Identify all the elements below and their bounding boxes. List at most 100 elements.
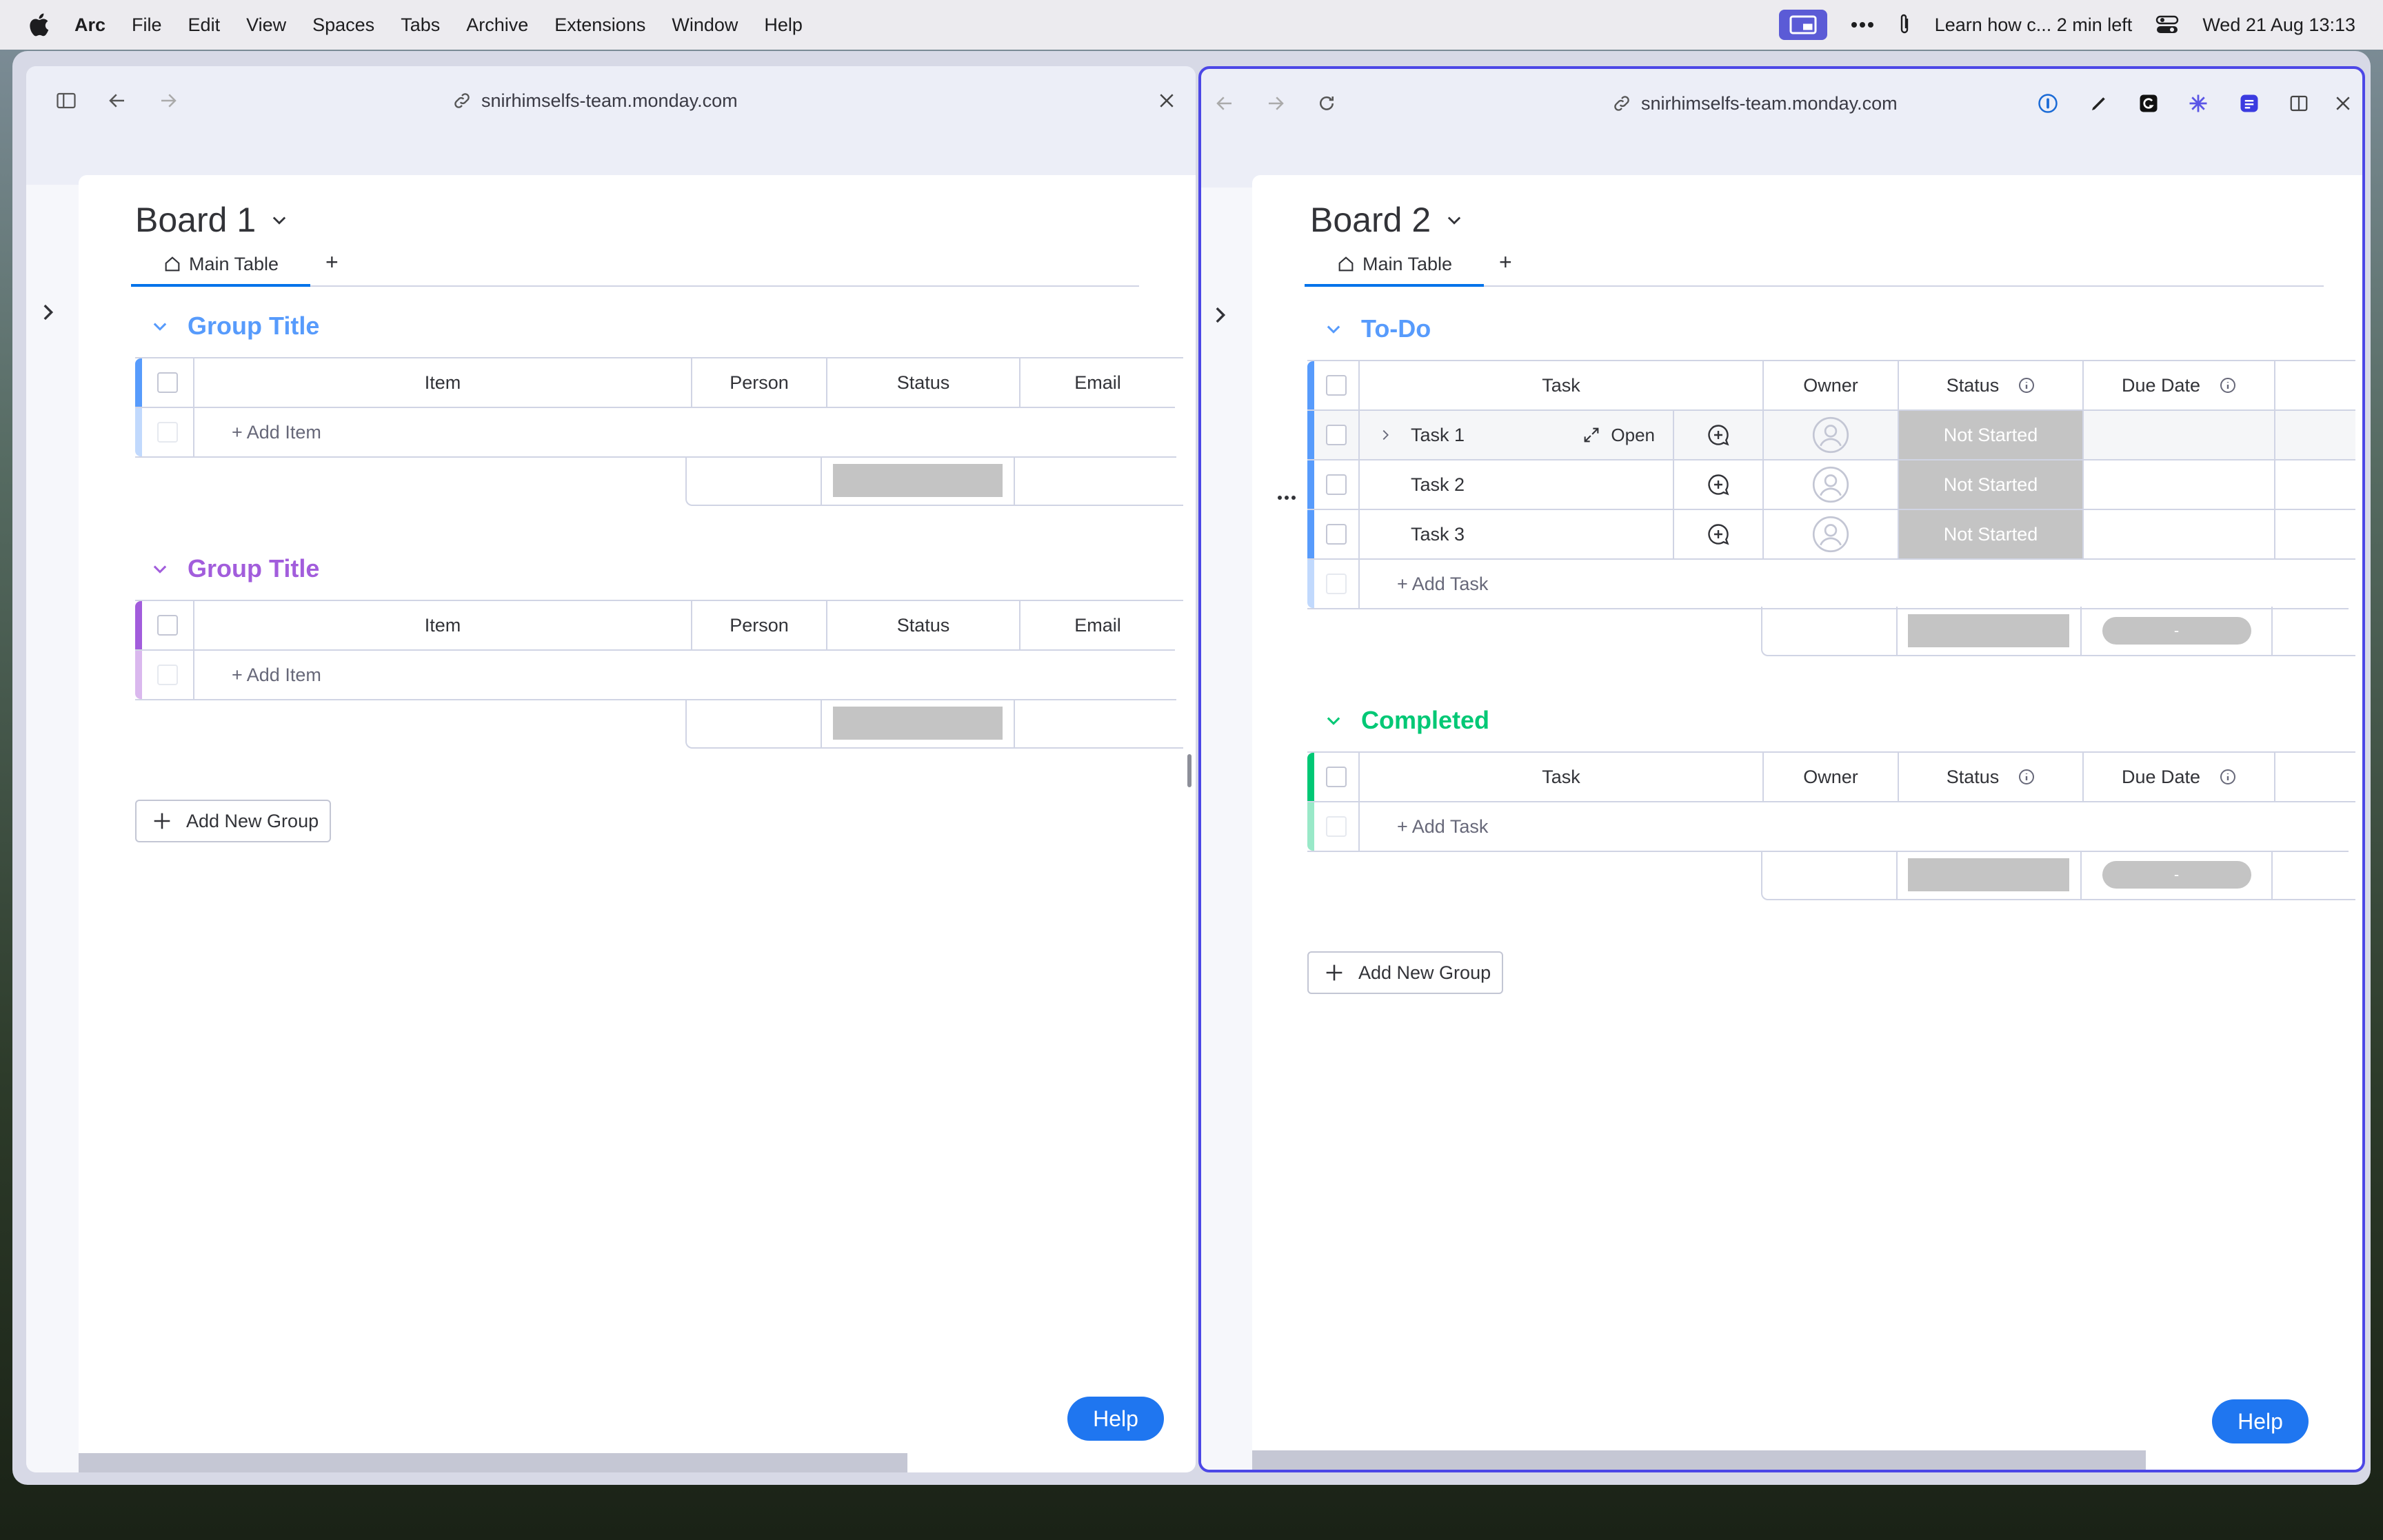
table-row[interactable]: Task 2 Not Started: [1307, 460, 2355, 510]
owner-avatar[interactable]: [1764, 411, 1899, 459]
task-cell[interactable]: Task 2: [1360, 460, 1674, 509]
add-task-input[interactable]: + Add Task: [1360, 802, 2349, 851]
col-task[interactable]: Task: [1360, 753, 1764, 801]
sidebar-toggle-icon[interactable]: [52, 87, 80, 114]
status-text[interactable]: Learn how c... 2 min left: [1935, 14, 2133, 36]
back-arrow-icon[interactable]: [103, 87, 131, 114]
owner-avatar[interactable]: [1764, 510, 1899, 558]
select-all-checkbox[interactable]: [142, 358, 194, 407]
col-status[interactable]: Status: [827, 358, 1020, 407]
owner-avatar[interactable]: [1764, 460, 1899, 509]
status-summary[interactable]: [822, 699, 1015, 747]
col-task[interactable]: Task: [1360, 361, 1764, 409]
col-person[interactable]: Person: [692, 601, 827, 649]
menu-app-name[interactable]: Arc: [74, 14, 105, 36]
left-url[interactable]: snirhimselfs-team.monday.com: [452, 66, 738, 135]
col-status[interactable]: Status: [827, 601, 1020, 649]
row-checkbox[interactable]: [1314, 460, 1360, 509]
col-owner[interactable]: Owner: [1764, 753, 1899, 801]
add-new-group-button[interactable]: Add New Group: [135, 800, 332, 842]
col-email[interactable]: Email: [1020, 358, 1175, 407]
row-menu-dots-icon[interactable]: [1277, 495, 1296, 500]
menu-help[interactable]: Help: [764, 14, 803, 36]
forward-arrow-icon[interactable]: [154, 87, 182, 114]
group-title[interactable]: Group Title: [188, 312, 319, 341]
apple-logo-icon[interactable]: [28, 12, 50, 37]
horizontal-scrollbar[interactable]: [79, 1453, 907, 1472]
info-icon[interactable]: [2018, 769, 2035, 785]
chevron-down-icon[interactable]: [150, 559, 170, 578]
task-cell[interactable]: Task 1 Open: [1360, 411, 1674, 459]
col-due-date[interactable]: Due Date: [2084, 361, 2275, 409]
select-all-checkbox[interactable]: [142, 601, 194, 649]
sparkle-extension-icon[interactable]: [2184, 90, 2212, 117]
back-arrow-icon[interactable]: [1211, 90, 1238, 117]
menu-tabs[interactable]: Tabs: [401, 14, 440, 36]
due-date-summary[interactable]: -: [2082, 851, 2273, 899]
paperclip-icon[interactable]: [1898, 13, 1911, 37]
group-header[interactable]: To-Do: [1324, 314, 1431, 343]
info-icon[interactable]: [2220, 377, 2236, 394]
group-title[interactable]: To-Do: [1361, 314, 1431, 343]
split-view-icon[interactable]: [2285, 90, 2313, 117]
col-owner[interactable]: Owner: [1764, 361, 1899, 409]
expand-sidebar-icon[interactable]: [36, 301, 59, 324]
add-update-icon[interactable]: [1674, 411, 1764, 459]
pencil-icon[interactable]: [2085, 90, 2113, 117]
grammarly-icon[interactable]: [2135, 90, 2162, 117]
due-date-cell[interactable]: [2084, 510, 2275, 558]
chevron-down-icon[interactable]: [1324, 319, 1343, 338]
col-item[interactable]: Item: [194, 358, 692, 407]
help-button[interactable]: Help: [1067, 1397, 1164, 1441]
group-header[interactable]: Completed: [1324, 706, 1489, 735]
add-item-input[interactable]: + Add Item: [194, 408, 1176, 456]
menu-extensions[interactable]: Extensions: [554, 14, 645, 36]
info-icon[interactable]: [2220, 769, 2236, 785]
col-due-date[interactable]: Due Date: [2084, 753, 2275, 801]
chevron-down-icon[interactable]: [150, 316, 170, 336]
select-all-checkbox[interactable]: [1314, 361, 1360, 409]
add-update-icon[interactable]: [1674, 510, 1764, 558]
add-view-button[interactable]: +: [325, 250, 339, 275]
col-status[interactable]: Status: [1899, 361, 2084, 409]
group-title[interactable]: Completed: [1361, 706, 1489, 735]
more-dots-icon[interactable]: [1851, 21, 1874, 28]
task-cell[interactable]: Task 3: [1360, 510, 1674, 558]
chevron-down-icon[interactable]: [270, 210, 289, 230]
status-summary[interactable]: [1898, 851, 2082, 899]
menu-file[interactable]: File: [132, 14, 162, 36]
password-manager-icon[interactable]: [2034, 90, 2062, 117]
group-header[interactable]: Group Title: [150, 554, 319, 583]
reload-icon[interactable]: [1313, 90, 1340, 117]
chevron-right-icon[interactable]: [1378, 427, 1393, 443]
row-checkbox[interactable]: [1314, 411, 1360, 459]
status-cell[interactable]: Not Started: [1899, 460, 2084, 509]
group-header[interactable]: Group Title: [150, 312, 319, 341]
add-new-group-button[interactable]: Add New Group: [1307, 951, 1504, 994]
close-icon[interactable]: [1153, 87, 1180, 114]
help-button[interactable]: Help: [2212, 1399, 2309, 1443]
forward-arrow-icon[interactable]: [1262, 90, 1289, 117]
info-icon[interactable]: [2018, 377, 2035, 394]
horizontal-scrollbar[interactable]: [1252, 1450, 2146, 1470]
control-center-icon[interactable]: [2155, 14, 2179, 35]
expand-sidebar-icon[interactable]: [1208, 303, 1231, 327]
chevron-down-icon[interactable]: [1445, 210, 1464, 230]
menu-spaces[interactable]: Spaces: [312, 14, 374, 36]
menu-window[interactable]: Window: [672, 14, 738, 36]
status-cell[interactable]: Not Started: [1899, 510, 2084, 558]
tab-main-table[interactable]: Main Table: [1305, 244, 1484, 287]
status-summary[interactable]: [822, 456, 1015, 505]
due-date-cell[interactable]: [2084, 460, 2275, 509]
col-person[interactable]: Person: [692, 358, 827, 407]
board-title[interactable]: Board 1: [135, 200, 289, 240]
menu-archive[interactable]: Archive: [466, 14, 528, 36]
screen-share-icon[interactable]: [1778, 10, 1827, 40]
add-task-input[interactable]: + Add Task: [1360, 560, 2349, 608]
due-date-summary[interactable]: -: [2082, 607, 2273, 655]
clock[interactable]: Wed 21 Aug 13:13: [2202, 14, 2355, 36]
add-view-button[interactable]: +: [1499, 250, 1512, 275]
split-divider-handle[interactable]: [1187, 754, 1192, 787]
select-all-checkbox[interactable]: [1314, 753, 1360, 801]
extension-icon[interactable]: [2235, 90, 2263, 117]
